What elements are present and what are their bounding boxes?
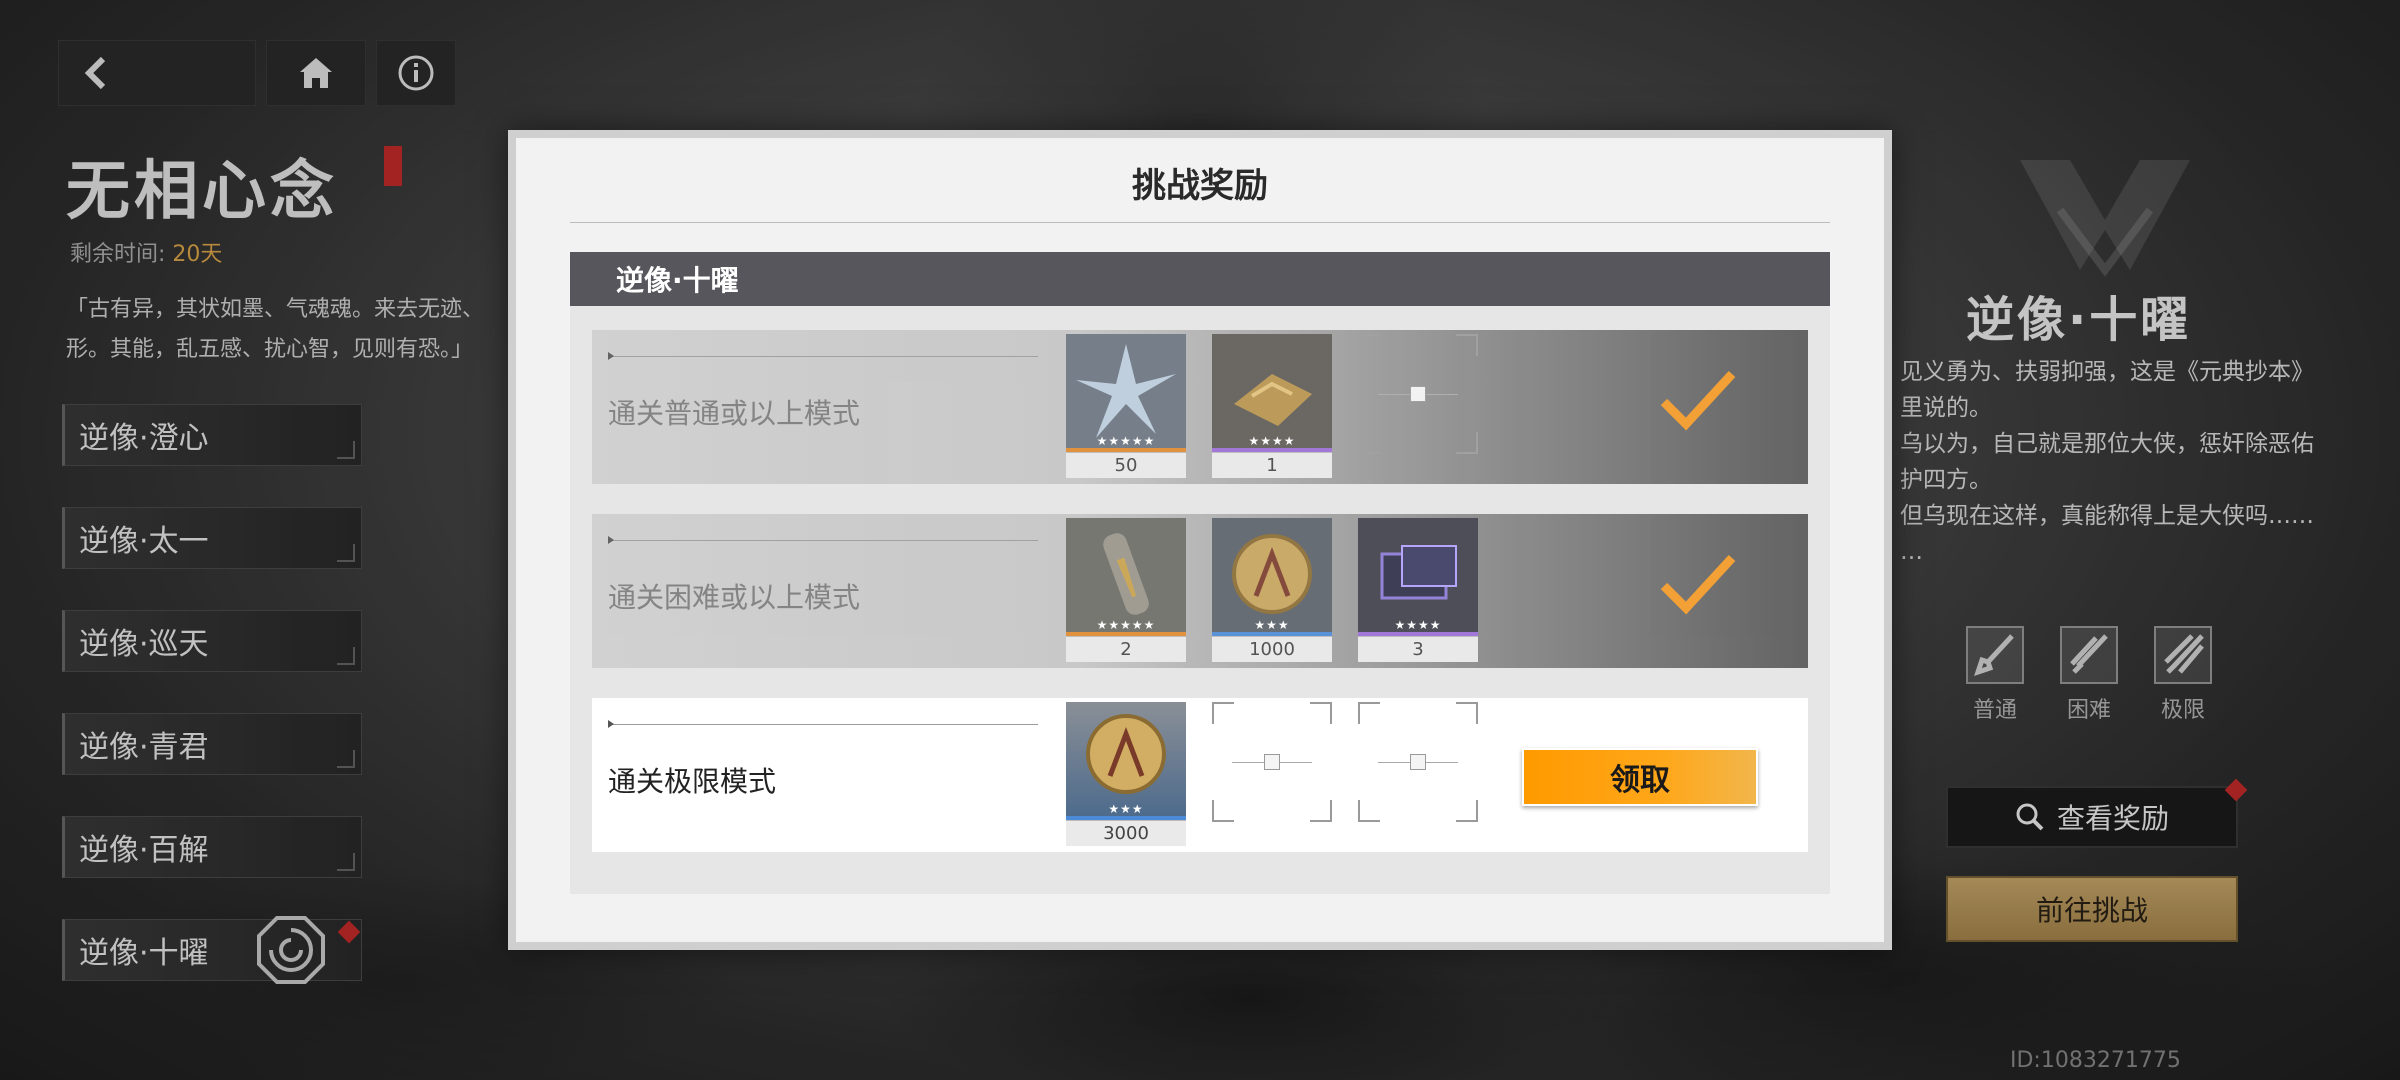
checkmark-icon [1660,370,1736,431]
item-stars: ★★★★ [1248,434,1296,448]
item-count: 2 [1066,636,1186,662]
modal-body: 挑战奖励 逆像·十曜 通关普通或以上模式 ★★★★★ 50 ★★★★ 1 通关困… [516,138,1884,942]
reward-item-empty [1358,702,1478,848]
claim-button[interactable]: 领取 [1522,748,1758,806]
row-label: 通关普通或以上模式 [608,397,861,430]
reward-items: ★★★★★ 2 ★★★ 1000 ★★★★ 3 [1066,518,1478,664]
item-image: ★★★★ [1212,334,1332,452]
reward-item-exp-chip[interactable]: ★★★★ 3 [1358,518,1478,664]
item-count: 3000 [1066,820,1186,846]
rarity-bar [1066,816,1186,820]
item-image: ★★★ [1066,702,1186,820]
modal-title: 挑战奖励 [1132,166,1268,206]
item-stars: ★★★★★ [1096,434,1156,448]
checkmark-icon [1660,554,1736,615]
item-count: 1000 [1212,636,1332,662]
item-stars: ★★★ [1108,802,1144,816]
reward-item-gold-material[interactable]: ★★★★ 1 [1212,334,1332,480]
item-image: ★★★★★ [1066,518,1186,636]
row-label-area: 通关困难或以上模式 [592,514,1066,668]
section-header: 逆像·十曜 [570,252,1830,306]
empty-slot-frame [1358,702,1478,822]
row-label: 通关困难或以上模式 [608,581,861,614]
reward-item-empty [1212,702,1332,848]
item-image: ★★★★★ [1066,334,1186,452]
item-stars: ★★★★★ [1096,618,1156,632]
reward-items: ★★★ 3000 [1066,702,1478,848]
item-count: 50 [1066,452,1186,478]
reward-row-normal: 通关普通或以上模式 ★★★★★ 50 ★★★★ 1 [592,330,1808,484]
item-count: 3 [1358,636,1478,662]
reward-row-extreme: 通关极限模式 ★★★ 3000 领取 [592,698,1808,852]
item-stars: ★★★ [1254,618,1290,632]
row-label-area: 通关极限模式 [592,698,1066,852]
rarity-bar [1066,448,1186,452]
row-tag-line [608,352,1038,360]
empty-slot-frame [1358,334,1478,454]
empty-slot-frame [1212,702,1332,822]
reward-items: ★★★★★ 50 ★★★★ 1 [1066,334,1478,480]
rarity-bar [1212,632,1332,636]
row-tag-line [608,720,1038,728]
reward-list: 通关普通或以上模式 ★★★★★ 50 ★★★★ 1 通关困难或以上模式 ★★★★… [570,306,1830,894]
rarity-bar [1066,632,1186,636]
challenge-rewards-modal: 挑战奖励 逆像·十曜 通关普通或以上模式 ★★★★★ 50 ★★★★ 1 通关困… [508,130,1892,950]
item-stars: ★★★★ [1394,618,1442,632]
item-image: ★★★ [1212,518,1332,636]
row-label-area: 通关普通或以上模式 [592,330,1066,484]
reward-item-gold-coin[interactable]: ★★★ 1000 [1212,518,1332,664]
item-image: ★★★★ [1358,518,1478,636]
row-tag-line [608,536,1038,544]
reward-row-hard: 通关困难或以上模式 ★★★★★ 2 ★★★ 1000 ★★★★ 3 [592,514,1808,668]
row-label: 通关极限模式 [608,765,777,798]
reward-item-empty [1358,334,1478,480]
reward-item-gold-coin[interactable]: ★★★ 3000 [1066,702,1186,848]
reward-item-capsule[interactable]: ★★★★★ 2 [1066,518,1186,664]
rarity-bar [1358,632,1478,636]
reward-item-crystal-shard[interactable]: ★★★★★ 50 [1066,334,1186,480]
divider [570,222,1830,223]
item-count: 1 [1212,452,1332,478]
rarity-bar [1212,448,1332,452]
